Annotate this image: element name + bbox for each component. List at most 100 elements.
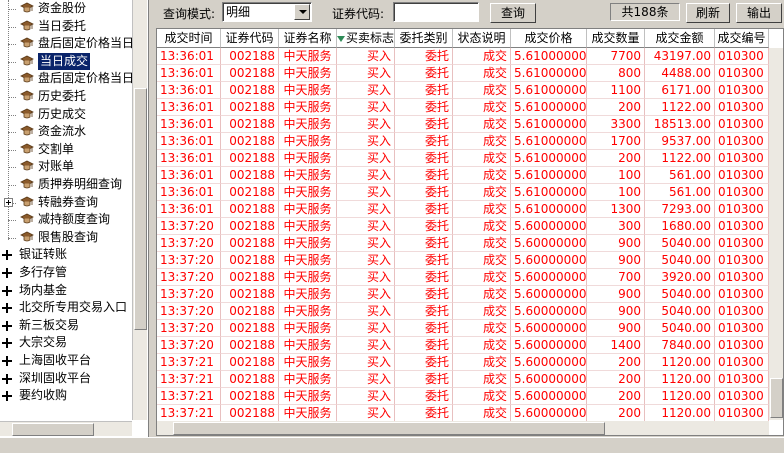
tree-branch-line bbox=[8, 167, 16, 169]
tree-item[interactable]: 交割单 bbox=[0, 141, 132, 158]
table-cell: 010300 bbox=[715, 133, 769, 150]
tree-item[interactable]: 对账单 bbox=[0, 158, 132, 175]
tree-item[interactable]: 历史委托 bbox=[0, 88, 132, 105]
table-row[interactable]: 13:36:01 002188 中天服务 买入 委托 成交 5.61000000 3300 18… bbox=[157, 116, 769, 133]
column-header[interactable]: 成交金额 bbox=[645, 29, 715, 48]
table-cell: 13:36:01 bbox=[157, 99, 221, 116]
tree-root-item[interactable]: 大宗交易 bbox=[0, 334, 132, 351]
tree-root-item[interactable]: 要约收购 bbox=[0, 387, 132, 404]
table-row[interactable]: 13:36:01 002188 中天服务 买入 委托 成交 5.61000000 1300 72… bbox=[157, 201, 769, 218]
tree-item[interactable]: 资金股份 bbox=[0, 0, 132, 17]
chevron-down-icon[interactable] bbox=[294, 4, 310, 20]
column-header[interactable]: 买卖标志 bbox=[337, 29, 395, 48]
navigation-tree: 资金股份 当日委托 盘后固定价格当日 当日成交 盘后固定价格当日 历史委托 历史成交 资金流水… bbox=[0, 0, 149, 437]
plus-icon[interactable] bbox=[2, 373, 12, 384]
plus-icon[interactable] bbox=[2, 250, 12, 261]
scroll-thumb[interactable] bbox=[134, 88, 147, 330]
tree-root-item[interactable]: 上海固收平台 bbox=[0, 352, 132, 369]
refresh-button[interactable]: 刷新 bbox=[686, 3, 730, 23]
column-header[interactable]: 证券名称 bbox=[279, 29, 337, 48]
plus-icon[interactable] bbox=[4, 197, 13, 207]
grid-horizontal-scrollbar[interactable] bbox=[157, 421, 769, 435]
table-cell: 成交 bbox=[453, 167, 511, 184]
plus-icon[interactable] bbox=[2, 391, 12, 402]
table-cell: 002188 bbox=[221, 354, 279, 371]
table-row[interactable]: 13:36:01 002188 中天服务 买入 委托 成交 5.61000000 200 112… bbox=[157, 99, 769, 116]
plus-icon[interactable] bbox=[2, 320, 12, 331]
scroll-thumb[interactable] bbox=[12, 423, 94, 436]
table-cell: 010300 bbox=[715, 65, 769, 82]
table-cell: 5.61000000 bbox=[511, 99, 587, 116]
table-row[interactable]: 13:37:20 002188 中天服务 买入 委托 成交 5.60000000 300 168… bbox=[157, 218, 769, 235]
plus-icon[interactable] bbox=[2, 285, 12, 296]
table-row[interactable]: 13:37:20 002188 中天服务 买入 委托 成交 5.60000000 700 392… bbox=[157, 269, 769, 286]
table-row[interactable]: 13:36:01 002188 中天服务 买入 委托 成交 5.61000000 800 448… bbox=[157, 65, 769, 82]
tree-item[interactable]: 当日成交 bbox=[0, 52, 132, 70]
table-cell: 200 bbox=[587, 99, 645, 116]
table-cell: 900 bbox=[587, 303, 645, 320]
table-cell: 委托 bbox=[395, 405, 453, 422]
column-header[interactable]: 成交编号 bbox=[715, 29, 769, 48]
table-row[interactable]: 13:36:01 002188 中天服务 买入 委托 成交 5.61000000 200 112… bbox=[157, 150, 769, 167]
tree-root-item[interactable]: 多行存管 bbox=[0, 264, 132, 281]
table-cell: 6171.00 bbox=[645, 82, 715, 99]
table-row[interactable]: 13:37:20 002188 中天服务 买入 委托 成交 5.60000000 900 504… bbox=[157, 252, 769, 269]
plus-icon[interactable] bbox=[2, 268, 12, 278]
column-header[interactable]: 委托类别 bbox=[395, 29, 453, 48]
tree-item[interactable]: 资金流水 bbox=[0, 123, 132, 140]
tree-item[interactable]: 转融券查询 bbox=[0, 194, 132, 211]
column-header[interactable]: 状态说明 bbox=[453, 29, 511, 48]
column-header-label: 成交时间 bbox=[164, 31, 213, 45]
tree-root-item[interactable]: 新三板交易 bbox=[0, 317, 132, 334]
table-row[interactable]: 13:36:01 002188 中天服务 买入 委托 成交 5.61000000 100 561… bbox=[157, 167, 769, 184]
plus-icon[interactable] bbox=[2, 356, 12, 366]
tree-item-label: 盘后固定价格当日 bbox=[38, 36, 135, 51]
table-row[interactable]: 13:36:01 002188 中天服务 买入 委托 成交 5.61000000 1100 61… bbox=[157, 82, 769, 99]
table-row[interactable]: 13:37:21 002188 中天服务 买入 委托 成交 5.60000000 200 112… bbox=[157, 371, 769, 388]
table-row[interactable]: 13:37:21 002188 中天服务 买入 委托 成交 5.60000000 200 112… bbox=[157, 388, 769, 405]
table-cell: 010300 bbox=[715, 303, 769, 320]
query-button[interactable]: 查询 bbox=[490, 3, 536, 23]
table-row[interactable]: 13:37:20 002188 中天服务 买入 委托 成交 5.60000000 900 504… bbox=[157, 286, 769, 303]
security-code-input[interactable] bbox=[393, 2, 479, 22]
table-row[interactable]: 13:37:21 002188 中天服务 买入 委托 成交 5.60000000 200 112… bbox=[157, 354, 769, 371]
tree-horizontal-scrollbar[interactable] bbox=[0, 421, 132, 436]
tree-root-item[interactable]: 深圳固收平台 bbox=[0, 370, 132, 387]
column-header[interactable]: 成交价格 bbox=[511, 29, 587, 48]
tree-item[interactable]: 历史成交 bbox=[0, 106, 132, 123]
table-cell: 5.60000000 bbox=[511, 405, 587, 422]
table-row[interactable]: 13:37:20 002188 中天服务 买入 委托 成交 5.60000000 900 504… bbox=[157, 320, 769, 337]
scroll-thumb[interactable] bbox=[770, 378, 783, 418]
tree-item[interactable]: 盘后固定价格当日 bbox=[0, 70, 134, 87]
plus-icon[interactable] bbox=[2, 303, 12, 314]
grid-vertical-scrollbar[interactable] bbox=[769, 48, 783, 420]
table-cell: 100 bbox=[587, 184, 645, 201]
table-cell: 13:36:01 bbox=[157, 65, 221, 82]
tree-root-item[interactable]: 北交所专用交易入口 bbox=[0, 299, 132, 316]
table-row[interactable]: 13:36:01 002188 中天服务 买入 委托 成交 5.61000000 100 561… bbox=[157, 184, 769, 201]
table-cell: 5040.00 bbox=[645, 320, 715, 337]
tree-branch-line bbox=[8, 149, 16, 151]
table-row[interactable]: 13:37:21 002188 中天服务 买入 委托 成交 5.60000000 200 112… bbox=[157, 405, 769, 422]
tree-item[interactable]: 当日委托 bbox=[0, 18, 132, 35]
table-row[interactable]: 13:36:01 002188 中天服务 买入 委托 成交 5.61000000 1700 95… bbox=[157, 133, 769, 150]
plus-icon[interactable] bbox=[2, 338, 12, 349]
tree-root-item[interactable]: 场内基金 bbox=[0, 282, 132, 299]
table-row[interactable]: 13:37:20 002188 中天服务 买入 委托 成交 5.60000000 1400 78… bbox=[157, 337, 769, 354]
query-mode-select[interactable]: 明细 bbox=[222, 2, 312, 22]
table-row[interactable]: 13:36:01 002188 中天服务 买入 委托 成交 5.61000000 7700 43… bbox=[157, 48, 769, 65]
column-header[interactable]: 成交时间 bbox=[157, 29, 221, 48]
table-row[interactable]: 13:37:20 002188 中天服务 买入 委托 成交 5.60000000 900 504… bbox=[157, 235, 769, 252]
tree-vertical-scrollbar[interactable] bbox=[132, 0, 147, 420]
tree-root-item[interactable]: 银证转账 bbox=[0, 246, 132, 263]
export-button[interactable]: 输出 bbox=[736, 3, 782, 23]
tree-item[interactable]: 减持额度查询 bbox=[0, 211, 132, 228]
tree-item[interactable]: 质押券明细查询 bbox=[0, 176, 132, 193]
tree-item[interactable]: 限售股查询 bbox=[0, 229, 132, 246]
column-header[interactable]: 证券代码 bbox=[221, 29, 279, 48]
scroll-thumb[interactable] bbox=[173, 422, 605, 435]
table-cell: 成交 bbox=[453, 337, 511, 354]
table-row[interactable]: 13:37:20 002188 中天服务 买入 委托 成交 5.60000000 900 504… bbox=[157, 303, 769, 320]
column-header[interactable]: 成交数量 bbox=[587, 29, 645, 48]
tree-item[interactable]: 盘后固定价格当日 bbox=[0, 35, 135, 52]
